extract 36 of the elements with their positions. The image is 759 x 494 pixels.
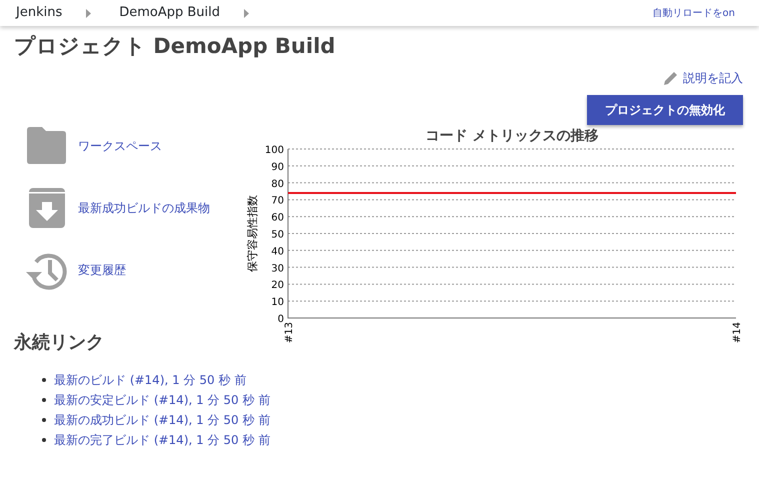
- axis-tick-label: #14: [732, 322, 743, 344]
- axis-tick-label: 100: [264, 145, 284, 156]
- task-link[interactable]: ワークスペース: [78, 137, 162, 156]
- axis-tick-label: 60: [271, 212, 284, 224]
- axis-tick-label: 70: [271, 196, 284, 207]
- axis-tick-label: 0: [278, 314, 284, 326]
- permalink-link[interactable]: 最新の成功ビルド (#14), 1 分 50 秒 前: [54, 410, 270, 429]
- chart-title: コード メトリックスの推移: [426, 128, 598, 144]
- bullet-icon: [42, 398, 46, 402]
- page-title: プロジェクト DemoApp Build: [14, 34, 336, 60]
- breadcrumb-link[interactable]: DemoApp Build: [119, 3, 220, 23]
- axis-tick-label: 80: [271, 179, 284, 190]
- axis-tick-label: 50: [271, 230, 284, 241]
- bullet-icon: [42, 418, 46, 422]
- chevron-icon[interactable]: [86, 8, 92, 18]
- task-link[interactable]: 最新成功ビルドの成果物: [78, 199, 210, 218]
- auto-refresh-link[interactable]: 自動リロードをon: [652, 6, 735, 20]
- edit-description-link[interactable]: 説明を記入: [683, 69, 743, 88]
- axis-tick-label: 40: [271, 246, 284, 258]
- bullet-icon: [42, 378, 46, 382]
- axis-tick-label: 90: [271, 162, 284, 174]
- axis-title: 保守容易性指数: [246, 195, 259, 272]
- disable-project-button[interactable]: プロジェクトの無効化: [587, 95, 743, 126]
- section-heading: 永続リンク: [14, 332, 104, 354]
- permalink-link[interactable]: 最新の完了ビルド (#14), 1 分 50 秒 前: [54, 430, 270, 449]
- permalink-link[interactable]: 最新の安定ビルド (#14), 1 分 50 秒 前: [54, 390, 270, 409]
- task-link[interactable]: 変更履歴: [78, 261, 126, 280]
- axis-tick-label: #13: [284, 322, 295, 344]
- axis-tick-label: 10: [271, 297, 284, 308]
- axis-tick-label: 20: [271, 280, 284, 292]
- pencil-icon[interactable]: [663, 70, 679, 86]
- chevron-icon[interactable]: [244, 8, 250, 18]
- bullet-icon: [42, 438, 46, 442]
- axis-tick-label: 30: [271, 263, 284, 274]
- permalink-link[interactable]: 最新のビルド (#14), 1 分 50 秒 前: [54, 370, 246, 389]
- breadcrumb-link[interactable]: Jenkins: [16, 3, 62, 23]
